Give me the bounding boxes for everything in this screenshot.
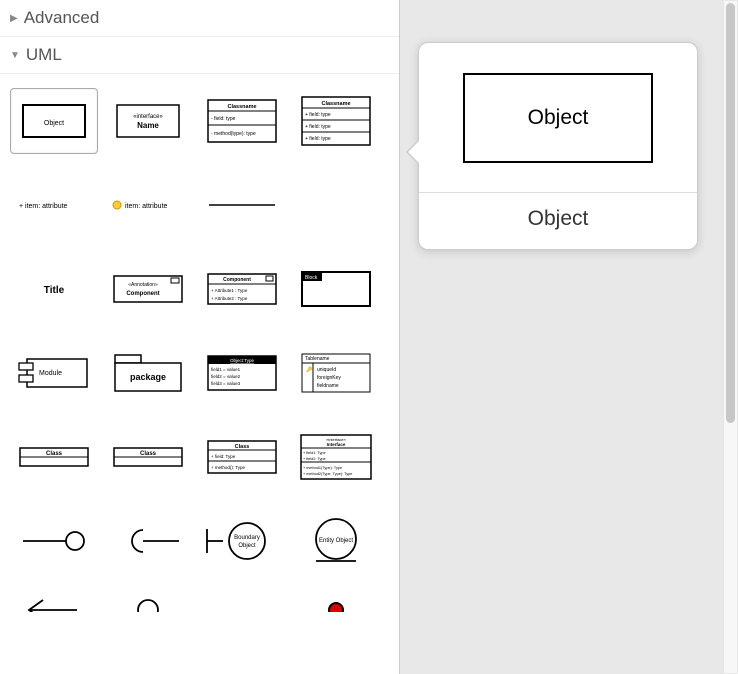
- svg-text:Component: Component: [223, 277, 251, 283]
- svg-text:+ field: Type: + field: Type: [211, 454, 236, 459]
- scrollbar-vertical[interactable]: [723, 1, 737, 673]
- shape-empty[interactable]: [292, 172, 380, 238]
- svg-text:Interface: Interface: [327, 442, 346, 447]
- svg-text:item: attribute: item: attribute: [125, 203, 168, 210]
- shape-class-fieldmethod[interactable]: Class + field: Type + method(): Type: [198, 424, 286, 490]
- category-label: UML: [26, 45, 62, 65]
- svg-text:Module: Module: [39, 370, 62, 377]
- shape-object-type[interactable]: Object:Type field1 = value1 field2 = val…: [198, 340, 286, 406]
- svg-text:Component: Component: [126, 291, 159, 297]
- svg-text:Class: Class: [46, 451, 63, 457]
- svg-text:Name: Name: [137, 121, 159, 130]
- shape-object[interactable]: Object: [10, 88, 98, 154]
- preview-shape-object: Object: [463, 73, 653, 163]
- shape-block[interactable]: Block: [292, 256, 380, 322]
- shape-class-2section[interactable]: Classname - field: type - method(type): …: [198, 88, 286, 154]
- canvas-area[interactable]: Object Object: [400, 0, 738, 674]
- shape-preview-popover: Object Object: [418, 42, 698, 250]
- shape-package[interactable]: package: [104, 340, 192, 406]
- svg-text:Boundary: Boundary: [234, 535, 260, 541]
- shape-socket[interactable]: [104, 508, 192, 574]
- shape-arrow-open[interactable]: [10, 592, 98, 612]
- svg-text:+ Attribute2 : Type: + Attribute2 : Type: [211, 296, 248, 301]
- preview-shape-name: Object: [419, 193, 697, 249]
- svg-text:+ field: type: + field: type: [305, 124, 331, 130]
- shape-class-tworow[interactable]: Class: [104, 424, 192, 490]
- scrollbar-thumb[interactable]: [726, 3, 735, 423]
- svg-text:uniqueId: uniqueId: [317, 367, 336, 373]
- category-uml[interactable]: ▼ UML: [0, 37, 399, 74]
- svg-text:field1 = value1: field1 = value1: [211, 367, 241, 372]
- svg-text:«Annotation»: «Annotation»: [128, 282, 158, 288]
- svg-text:🔑: 🔑: [306, 366, 313, 373]
- svg-text:Title: Title: [44, 285, 65, 296]
- shape-circle-plain[interactable]: [104, 592, 192, 612]
- shape-red-dot[interactable]: [292, 592, 380, 612]
- shape-interface-full[interactable]: «interface» Interface + field1: Type + f…: [292, 424, 380, 490]
- svg-text:Object: Object: [238, 543, 256, 549]
- svg-text:Class: Class: [235, 444, 250, 450]
- svg-text:Object: Object: [44, 120, 64, 127]
- shape-class-simple[interactable]: Class: [10, 424, 98, 490]
- chevron-down-icon: ▼: [10, 50, 20, 61]
- svg-text:- field: type: - field: type: [211, 116, 236, 122]
- shape-attribute[interactable]: + item: attribute: [10, 172, 98, 238]
- svg-text:+ method2(Type, Type): Type: + method2(Type, Type): Type: [303, 472, 352, 476]
- svg-text:package: package: [130, 372, 166, 382]
- svg-text:foreignKey: foreignKey: [317, 375, 341, 381]
- shape-class-3fields[interactable]: Classname + field: type + field: type + …: [292, 88, 380, 154]
- svg-text:+ field1: Type: + field1: Type: [303, 451, 326, 455]
- category-label: Advanced: [24, 8, 100, 28]
- svg-text:field3 = value3: field3 = value3: [211, 381, 241, 386]
- shape-title[interactable]: Title: [10, 256, 98, 322]
- svg-text:field2 = value2: field2 = value2: [211, 374, 241, 379]
- shape-boundary[interactable]: Boundary Object: [198, 508, 286, 574]
- svg-text:fieldname: fieldname: [317, 383, 339, 389]
- shape-lollipop[interactable]: [10, 508, 98, 574]
- svg-text:Object:Type: Object:Type: [230, 358, 255, 363]
- preview-shape-text: Object: [528, 106, 589, 130]
- shape-tablename[interactable]: Tablename 🔑 uniqueId foreignKey fieldnam…: [292, 340, 380, 406]
- shape-component[interactable]: Component + Attribute1 : Type + Attribut…: [198, 256, 286, 322]
- svg-text:+ method(): Type: + method(): Type: [211, 465, 246, 470]
- svg-text:Class: Class: [140, 451, 157, 457]
- preview-rendering: Object: [419, 43, 697, 193]
- uml-shapes-grid: Object «interface» Name Classname - fiel…: [0, 74, 399, 642]
- svg-text:Entity Object: Entity Object: [319, 538, 353, 544]
- shape-annotation[interactable]: «Annotation» Component: [104, 256, 192, 322]
- svg-text:Classname: Classname: [321, 101, 350, 107]
- svg-text:Block: Block: [305, 275, 318, 281]
- shape-entity[interactable]: Entity Object: [292, 508, 380, 574]
- shape-module[interactable]: Module: [10, 340, 98, 406]
- svg-text:+ item: attribute: + item: attribute: [19, 203, 68, 210]
- svg-text:Tablename: Tablename: [305, 356, 330, 362]
- shapes-sidebar: ▶ Advanced ▼ UML Object «interface» Name: [0, 0, 400, 674]
- svg-text:+ field: type: + field: type: [305, 136, 331, 142]
- svg-text:+ field: type: + field: type: [305, 112, 331, 118]
- svg-text:+ field2: Type: + field2: Type: [303, 457, 326, 461]
- svg-text:+ Attribute1 : Type: + Attribute1 : Type: [211, 288, 248, 293]
- shape-interface[interactable]: «interface» Name: [104, 88, 192, 154]
- category-advanced[interactable]: ▶ Advanced: [0, 0, 399, 37]
- chevron-right-icon: ▶: [10, 13, 18, 24]
- svg-text:Classname: Classname: [227, 104, 256, 110]
- shape-divider[interactable]: [198, 172, 286, 238]
- svg-text:+ method1(Type): Type: + method1(Type): Type: [303, 466, 342, 470]
- shape-spacer[interactable]: [198, 592, 286, 612]
- svg-text:«interface»: «interface»: [133, 114, 163, 120]
- svg-text:- method(type): type: - method(type): type: [211, 131, 256, 137]
- shape-attribute-icon[interactable]: item: attribute: [104, 172, 192, 238]
